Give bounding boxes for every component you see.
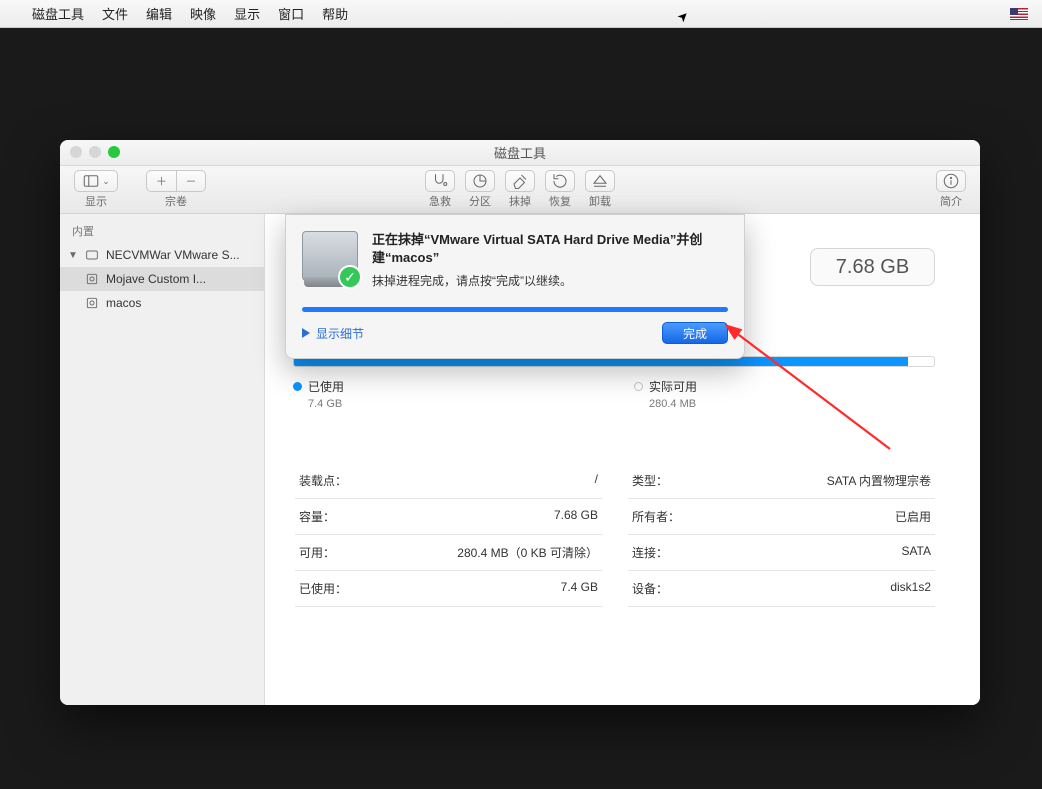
remove-volume-button[interactable]: － (176, 170, 206, 192)
eject-icon (591, 172, 609, 190)
sidebar-icon (82, 172, 100, 190)
free-value: 280.4 MB (634, 398, 697, 410)
sidebar-item-volume-selected[interactable]: Mojave Custom I... (60, 267, 264, 291)
free-swatch-icon (634, 382, 643, 391)
partition-button[interactable] (465, 170, 495, 192)
menu-view[interactable]: 显示 (234, 4, 260, 23)
sidebar-item-label: NECVMWar VMware S... (106, 248, 240, 262)
erase-button[interactable] (505, 170, 535, 192)
system-menubar: 磁盘工具 文件 编辑 映像 显示 窗口 帮助 (0, 0, 1042, 28)
info-row: 装载点：/ (295, 463, 602, 499)
done-button[interactable]: 完成 (662, 322, 728, 344)
first-aid-button[interactable] (425, 170, 455, 192)
window-titlebar[interactable]: 磁盘工具 (60, 140, 980, 166)
unmount-label: 卸载 (589, 193, 611, 209)
info-button[interactable] (936, 170, 966, 192)
info-row: 设备：disk1s2 (628, 571, 935, 607)
toolbar: ⌄ 显示 ＋ － 宗卷 急救 (60, 166, 980, 214)
info-row: 容量：7.68 GB (295, 499, 602, 535)
info-icon (942, 172, 960, 190)
menu-image[interactable]: 映像 (190, 4, 216, 23)
menu-window[interactable]: 窗口 (278, 4, 304, 23)
disclosure-triangle-icon (302, 328, 310, 338)
info-row: 连接：SATA (628, 535, 935, 571)
disk-utility-window: 磁盘工具 ⌄ 显示 ＋ － 宗卷 (60, 140, 980, 705)
menu-file[interactable]: 文件 (102, 4, 128, 23)
info-row: 已使用：7.4 GB (295, 571, 602, 607)
window-title: 磁盘工具 (494, 143, 546, 162)
sidebar-item-label: macos (106, 296, 141, 310)
menu-edit[interactable]: 编辑 (146, 4, 172, 23)
menu-app[interactable]: 磁盘工具 (32, 4, 84, 23)
erase-label: 抹掉 (509, 193, 531, 209)
info-row: 类型：SATA 内置物理宗卷 (628, 463, 935, 499)
dialog-message: 抹掉进程完成，请点按“完成”以继续。 (372, 272, 728, 289)
checkmark-icon: ✓ (338, 265, 362, 289)
sidebar-item-volume[interactable]: macos (60, 291, 264, 315)
stethoscope-icon (431, 172, 449, 190)
used-value: 7.4 GB (293, 398, 344, 410)
unmount-button[interactable] (585, 170, 615, 192)
show-details-label: 显示细节 (316, 325, 364, 342)
restore-button[interactable] (545, 170, 575, 192)
free-label: 实际可用 (649, 378, 697, 395)
dialog-title: 正在抹掉“VMware Virtual SATA Hard Drive Medi… (372, 231, 728, 266)
info-label: 简介 (940, 193, 962, 209)
sidebar-item-disk[interactable]: ▼ NECVMWar VMware S... (60, 243, 264, 267)
window-zoom-button[interactable] (108, 146, 120, 158)
restore-icon (551, 172, 569, 190)
used-swatch-icon (293, 382, 302, 391)
add-volume-button[interactable]: ＋ (146, 170, 176, 192)
pie-icon (471, 172, 489, 190)
partition-label: 分区 (469, 193, 491, 209)
erase-complete-dialog: ✓ 正在抹掉“VMware Virtual SATA Hard Drive Me… (285, 214, 745, 359)
volume-icon (84, 271, 100, 287)
info-grid: 装载点：/ 容量：7.68 GB 可用：280.4 MB（0 KB 可清除） 已… (295, 462, 935, 607)
usage-legend: 已使用 7.4 GB 实际可用 280.4 MB (293, 378, 935, 410)
view-label: 显示 (85, 193, 107, 209)
sidebar-section-header: 内置 (60, 220, 264, 243)
disk-success-icon: ✓ (302, 231, 358, 287)
window-close-button[interactable] (70, 146, 82, 158)
progress-bar (302, 307, 728, 312)
info-row: 可用：280.4 MB（0 KB 可清除） (295, 535, 602, 571)
volume-label: 宗卷 (165, 193, 187, 209)
info-row: 所有者：已启用 (628, 499, 935, 535)
main-pane: 7.68 GB 已使用 7.4 GB 实际可用 280.4 MB 装载点：/ 容… (265, 214, 980, 705)
erase-icon (511, 172, 529, 190)
sidebar-item-label: Mojave Custom I... (106, 272, 206, 286)
disk-icon (84, 247, 100, 263)
input-source-flag-icon[interactable] (1010, 8, 1028, 20)
volume-icon (84, 295, 100, 311)
used-label: 已使用 (308, 378, 344, 395)
view-button[interactable]: ⌄ (74, 170, 118, 192)
first-aid-label: 急救 (429, 193, 451, 209)
menu-help[interactable]: 帮助 (322, 4, 348, 23)
disclosure-triangle-icon[interactable]: ▼ (68, 250, 78, 261)
capacity-badge: 7.68 GB (810, 248, 935, 286)
restore-label: 恢复 (549, 193, 571, 209)
sidebar: 内置 ▼ NECVMWar VMware S... Mojave Custom … (60, 214, 265, 705)
window-minimize-button[interactable] (89, 146, 101, 158)
show-details-button[interactable]: 显示细节 (302, 325, 364, 342)
